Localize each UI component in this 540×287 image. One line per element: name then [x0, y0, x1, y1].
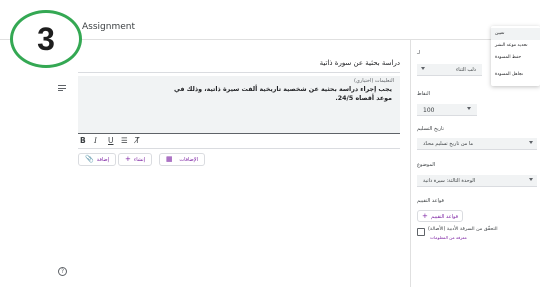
originality-checkbox[interactable] [417, 228, 425, 236]
add-rubric-button[interactable]: + قواعد التقييم [417, 210, 463, 222]
topic-label: الموضوع [417, 162, 436, 168]
format-toolbar: B I U ☰ T̸ [78, 135, 400, 149]
step-number: 3 [37, 20, 55, 57]
step-number-badge: 3 [10, 10, 82, 68]
underline-button[interactable]: U [108, 136, 114, 145]
bold-button[interactable]: B [80, 136, 86, 145]
create-label: إنشاء [133, 157, 145, 163]
points-value: 100 [423, 107, 435, 114]
chevron-down-icon [529, 178, 533, 181]
plus-icon: + [125, 155, 131, 163]
add-attachment-button[interactable]: 📎 إضافة [78, 153, 116, 166]
topic-value: الوحدة الثالثة: سيرة ذاتية [423, 178, 476, 184]
menu-item-schedule[interactable]: تحديد موعد النشر [491, 40, 540, 52]
instructions-field[interactable]: التعليمات (اختياري) يجب إجراء دراسة بحثي… [78, 76, 400, 134]
instructions-text: يجب إجراء دراسة بحثية عن شخصية تاريخية أ… [173, 86, 392, 102]
class-select-value: ذلب الثناء [455, 67, 476, 73]
for-label: لـ [417, 50, 420, 56]
rubric-button-label: قواعد التقييم [431, 214, 458, 220]
chevron-down-icon [421, 67, 425, 70]
chevron-down-icon [529, 141, 533, 144]
menu-item-assign[interactable]: تعيين [491, 28, 540, 40]
assignment-title-field[interactable]: دراسة بحثية عن سورة ذاتية [78, 57, 400, 73]
italic-button[interactable]: I [94, 136, 97, 145]
plus-icon: + [422, 212, 428, 220]
topic-select[interactable]: الوحدة الثالثة: سيرة ذاتية [417, 175, 537, 187]
assignment-title-text: دراسة بحثية عن سورة ذاتية [319, 59, 400, 67]
due-date-select[interactable]: ما من تاريخ تسليم محدّد [417, 138, 537, 150]
due-date-value: ما من تاريخ تسليم محدّد [423, 141, 474, 147]
class-select[interactable]: ذلب الثناء [417, 64, 482, 76]
notes-icon [58, 85, 66, 92]
add-ons-icon: ▦ [166, 155, 173, 163]
instructions-label: التعليمات (اختياري) [354, 78, 394, 84]
add-ons-button[interactable]: ▦ الإضافات [159, 153, 205, 166]
add-attachment-label: إضافة [96, 157, 109, 163]
help-icon[interactable]: ? [58, 267, 67, 276]
menu-item-discard-draft[interactable]: تجاهل المسودة [491, 69, 540, 81]
originality-learn-more-link[interactable]: معرفة من المعلومات [430, 235, 467, 240]
bulleted-list-button[interactable]: ☰ [121, 136, 128, 145]
assignment-editor: دراسة بحثية عن سورة ذاتية التعليمات (اخت… [0, 40, 410, 287]
rubric-label: قواعد التقييم [417, 198, 444, 204]
menu-item-save-draft[interactable]: حفظ المسودة [491, 52, 540, 64]
points-select[interactable]: 100 [417, 104, 477, 116]
clear-formatting-button[interactable]: T̸ [135, 136, 140, 145]
originality-label: التحقّق من السرقة الأدبية (الأصالة) [428, 227, 498, 232]
page-title: Assignment [82, 22, 135, 32]
chevron-down-icon [467, 107, 471, 110]
points-label: النقاط [417, 91, 431, 97]
add-ons-label: الإضافات [179, 157, 198, 163]
paperclip-icon: 📎 [85, 155, 94, 163]
create-button[interactable]: + إنشاء [118, 153, 152, 166]
assign-dropdown-menu: تعيين تحديد موعد النشر حفظ المسودة تجاهل… [491, 26, 540, 86]
due-date-label: تاريخ التسليم [417, 126, 444, 132]
